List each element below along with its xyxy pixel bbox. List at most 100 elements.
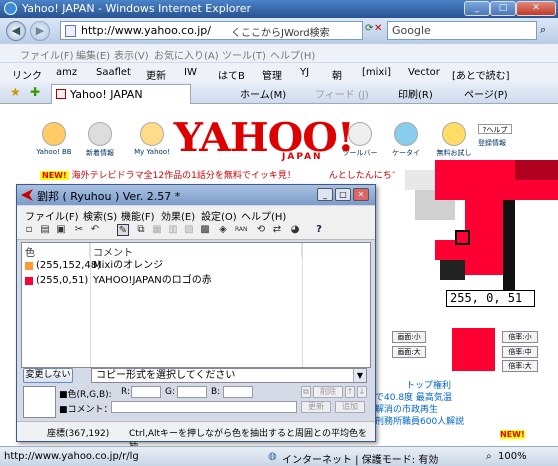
search-icon[interactable]: ⌕ bbox=[540, 23, 546, 37]
page-command[interactable]: ページ(P) bbox=[464, 86, 508, 101]
menu-view[interactable]: 表示(V) bbox=[114, 47, 149, 62]
favorites-star-icon[interactable]: ★ bbox=[10, 85, 21, 99]
link-mixi[interactable]: [mixi] bbox=[362, 67, 391, 78]
r-input[interactable] bbox=[131, 386, 161, 398]
palette-icon[interactable]: ◈ bbox=[217, 224, 229, 236]
minimize-button[interactable]: _ bbox=[464, 1, 490, 16]
update-button[interactable]: 更新 bbox=[301, 401, 331, 413]
service-yahoo-bb[interactable]: Yahoo! BB bbox=[36, 122, 72, 156]
ryuhou-maximize-button[interactable]: □ bbox=[335, 188, 351, 201]
help-link[interactable]: ?ヘルプ bbox=[478, 124, 512, 134]
cursor-coords: 座標(367,192) bbox=[47, 429, 110, 439]
ryuhou-menu-effect[interactable]: 効果(E) bbox=[161, 208, 195, 223]
service-new-info[interactable]: 新着情報 bbox=[82, 122, 118, 158]
add-button[interactable]: 追加 bbox=[335, 401, 365, 413]
delete-button[interactable]: 削除 bbox=[313, 386, 343, 398]
color-swatch bbox=[25, 262, 33, 270]
back-button[interactable]: ◀ bbox=[6, 21, 26, 41]
ryuhou-menu-help[interactable]: ヘルプ(H) bbox=[241, 208, 286, 223]
zoom-level[interactable]: 100% bbox=[498, 451, 527, 462]
comment-input[interactable] bbox=[111, 401, 297, 413]
eyedropper-icon[interactable]: ✎ bbox=[117, 224, 129, 236]
link-yj[interactable]: YJ bbox=[300, 67, 309, 78]
refresh-icon[interactable]: ⟳ bbox=[365, 23, 373, 34]
open-folder-icon[interactable]: ▤ bbox=[39, 224, 51, 236]
address-hint: くここからJWord検索 bbox=[231, 28, 330, 39]
link-update[interactable]: 更新 bbox=[146, 67, 166, 82]
tab-yahoo-japan[interactable]: Yahoo! JAPAN bbox=[51, 84, 191, 104]
save-icon[interactable]: ▣ bbox=[55, 224, 67, 236]
column-color[interactable]: 色 bbox=[22, 243, 90, 259]
search-input[interactable]: Google bbox=[387, 21, 537, 40]
print-command[interactable]: 印刷(R) bbox=[398, 86, 433, 101]
service-free-trial[interactable]: 無料お試し bbox=[436, 122, 472, 158]
paste-icon[interactable]: ▦ bbox=[151, 224, 163, 236]
feed-command[interactable]: フィード (J) bbox=[315, 86, 369, 101]
ryuhou-menu-file[interactable]: ファイル(F) bbox=[25, 208, 79, 223]
service-my-yahoo[interactable]: My Yahoo! bbox=[134, 122, 170, 156]
link-iw[interactable]: IW bbox=[184, 67, 197, 78]
copy-format-select[interactable]: コピー形式を選択してください ▼ bbox=[91, 368, 367, 383]
menu-favorites[interactable]: お気に入り(A) bbox=[154, 47, 219, 62]
menu-file[interactable]: ファイル(F) bbox=[20, 47, 74, 62]
sync-icon[interactable]: ⇄ bbox=[271, 224, 283, 236]
contrast-icon[interactable]: ▧ bbox=[183, 224, 195, 236]
rgb-label: ■色(R,G,B): bbox=[59, 390, 112, 400]
search-placeholder: Google bbox=[392, 24, 431, 37]
g-input[interactable] bbox=[177, 386, 207, 398]
zoom-medium-button[interactable]: 倍率:中 bbox=[502, 346, 538, 358]
ryuhou-close-button[interactable]: ✕ bbox=[353, 188, 369, 201]
registration-link[interactable]: 登録情報 bbox=[478, 138, 514, 148]
link-vector[interactable]: Vector bbox=[408, 67, 440, 78]
ryuhou-menu-function[interactable]: 機能(F) bbox=[121, 208, 155, 223]
copy-small-icon[interactable]: ⧉ bbox=[301, 386, 311, 398]
screen-large-button[interactable]: 画面:大 bbox=[392, 346, 426, 358]
link-asahi[interactable]: 朝 bbox=[332, 67, 342, 82]
random-icon[interactable]: RAN bbox=[235, 224, 248, 236]
add-favorite-icon[interactable]: ✚ bbox=[30, 85, 40, 99]
zoom-large-button[interactable]: 倍率:大 bbox=[502, 360, 538, 372]
menu-help[interactable]: ヘルプ(H) bbox=[270, 47, 315, 62]
help-icon[interactable]: ? bbox=[313, 224, 325, 236]
link-saaflet[interactable]: Saaflet bbox=[96, 67, 131, 78]
link-admin[interactable]: 管理 bbox=[262, 67, 282, 82]
undo-icon[interactable]: ↶ bbox=[89, 224, 101, 236]
link-hatebu[interactable]: はてB bbox=[218, 67, 245, 82]
zoom-small-button[interactable]: 倍率:小 bbox=[502, 331, 538, 343]
move-up-icon[interactable]: ↑ bbox=[345, 386, 355, 398]
color-preview bbox=[23, 386, 56, 418]
home-command[interactable]: ホーム(M) bbox=[240, 86, 286, 101]
window-title: Yahoo! JAPAN - Windows Internet Explorer bbox=[22, 2, 252, 15]
column-comment[interactable]: コメント bbox=[90, 243, 302, 259]
menu-edit[interactable]: 編集(E) bbox=[76, 47, 110, 62]
forward-button[interactable]: ▶ bbox=[30, 21, 50, 41]
refresh-tool-icon[interactable]: ⟲ bbox=[255, 224, 267, 236]
menu-tools[interactable]: ツール(T) bbox=[222, 47, 266, 62]
copy-icon[interactable]: ⧉ bbox=[135, 224, 147, 236]
no-change-button[interactable]: 変更しない bbox=[23, 368, 73, 383]
color-list[interactable]: 色 コメント (255,152,48) Mixiのオレンジ (255,0,51)… bbox=[21, 242, 371, 368]
color-row[interactable]: (255,152,48) Mixiのオレンジ bbox=[22, 259, 370, 273]
yahoo-logo[interactable]: YAHOO! bbox=[174, 118, 355, 158]
ryuhou-menu-search[interactable]: 検索(S) bbox=[83, 208, 117, 223]
address-bar[interactable]: http://www.yahoo.co.jp/ くここからJWord検索 bbox=[60, 21, 363, 40]
new-file-icon[interactable]: ▫ bbox=[23, 224, 35, 236]
color-row[interactable]: (255,0,51) YAHOO!JAPANのロゴの赤 bbox=[22, 274, 370, 288]
grid-icon[interactable]: ▩ bbox=[199, 224, 211, 236]
close-button[interactable]: ✕ bbox=[516, 1, 556, 16]
page-link-4[interactable]: 刑務所職員600人解説 bbox=[375, 414, 464, 427]
link-read-later[interactable]: [あとで読む] bbox=[452, 67, 510, 82]
color-wheel-icon[interactable]: ◕ bbox=[289, 224, 301, 236]
link-amz[interactable]: amz bbox=[56, 67, 77, 78]
maximize-button[interactable]: □ bbox=[490, 1, 516, 16]
brightness-icon[interactable]: ▥ bbox=[167, 224, 179, 236]
screen-small-button[interactable]: 画面:小 bbox=[392, 331, 426, 343]
b-input[interactable] bbox=[223, 386, 253, 398]
move-down-icon[interactable]: ↓ bbox=[357, 386, 367, 398]
cut-icon[interactable]: ✂ bbox=[73, 224, 85, 236]
ryuhou-menu-settings[interactable]: 設定(O) bbox=[201, 208, 237, 223]
ryuhou-minimize-button[interactable]: _ bbox=[317, 188, 333, 201]
ryuhou-logo-icon bbox=[21, 189, 33, 201]
stop-icon[interactable]: ✕ bbox=[374, 23, 382, 34]
service-mobile[interactable]: ケータイ bbox=[388, 122, 424, 158]
